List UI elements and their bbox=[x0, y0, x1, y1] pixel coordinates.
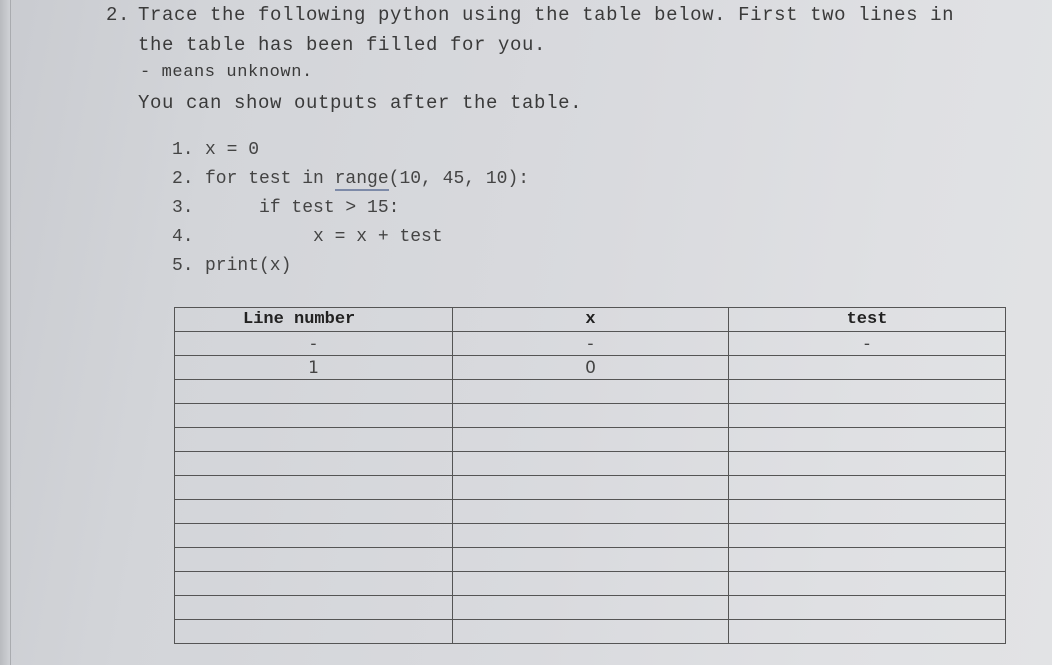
header-x: x bbox=[452, 307, 729, 332]
cell-line-number[interactable] bbox=[174, 499, 453, 524]
cell-x[interactable]: 0 bbox=[452, 355, 729, 380]
cell-line-number[interactable] bbox=[174, 475, 453, 500]
table-row bbox=[174, 523, 1006, 548]
page-edge bbox=[0, 0, 11, 665]
table-row: --- bbox=[174, 331, 1006, 356]
cell-line-number[interactable] bbox=[174, 403, 453, 428]
code-line-number: 3. bbox=[172, 198, 194, 218]
cell-x[interactable] bbox=[452, 547, 729, 572]
cell-test[interactable] bbox=[728, 499, 1006, 524]
table-row bbox=[174, 379, 1006, 404]
cell-test[interactable] bbox=[728, 355, 1006, 380]
question-text-line-4: You can show outputs after the table. bbox=[138, 92, 583, 114]
cell-line-number[interactable] bbox=[174, 451, 453, 476]
code-underlined-token: range bbox=[334, 169, 389, 191]
cell-line-number[interactable] bbox=[174, 619, 453, 644]
code-text: print(x) bbox=[205, 256, 292, 276]
cell-x[interactable] bbox=[452, 403, 729, 428]
code-line: 4. x = x + test bbox=[172, 227, 529, 256]
cell-test[interactable] bbox=[728, 547, 1006, 572]
cell-x[interactable]: - bbox=[452, 331, 729, 356]
table-row bbox=[174, 451, 1006, 476]
cell-test[interactable]: - bbox=[728, 331, 1006, 356]
cell-line-number[interactable] bbox=[174, 571, 453, 596]
cell-x[interactable] bbox=[452, 619, 729, 644]
code-text: (10, 45, 10): bbox=[388, 169, 530, 189]
code-line-number: 5. bbox=[172, 256, 194, 276]
cell-x[interactable] bbox=[452, 451, 729, 476]
cell-x[interactable] bbox=[452, 379, 729, 404]
table-row bbox=[174, 475, 1006, 500]
table-row bbox=[174, 427, 1006, 452]
cell-test[interactable] bbox=[728, 475, 1006, 500]
code-line-number: 4. bbox=[172, 227, 194, 247]
code-line-number: 2. bbox=[172, 169, 194, 189]
table-row bbox=[174, 571, 1006, 596]
cell-x[interactable] bbox=[452, 571, 729, 596]
cell-test[interactable] bbox=[728, 379, 1006, 404]
cell-test[interactable] bbox=[728, 571, 1006, 596]
question-text-line-1: Trace the following python using the tab… bbox=[138, 4, 955, 26]
table-row bbox=[174, 619, 1006, 644]
question-number: 2. bbox=[106, 4, 131, 26]
cell-test[interactable] bbox=[728, 451, 1006, 476]
cell-line-number[interactable] bbox=[174, 595, 453, 620]
code-text: if test > 15: bbox=[259, 198, 400, 218]
trace-table: Line number x test ---10 bbox=[174, 307, 1006, 644]
question-text-line-3: - means unknown. bbox=[140, 63, 313, 82]
code-line: 3. if test > 15: bbox=[172, 198, 529, 227]
table-row bbox=[174, 547, 1006, 572]
cell-line-number[interactable] bbox=[174, 379, 453, 404]
cell-line-number[interactable] bbox=[174, 547, 453, 572]
cell-x[interactable] bbox=[452, 595, 729, 620]
code-text: for test in bbox=[205, 169, 335, 189]
table-row bbox=[174, 595, 1006, 620]
header-test: test bbox=[728, 307, 1006, 332]
code-line: 1. x = 0 bbox=[172, 140, 529, 169]
question-text-line-2: the table has been filled for you. bbox=[138, 34, 547, 56]
cell-x[interactable] bbox=[452, 427, 729, 452]
cell-x[interactable] bbox=[452, 499, 729, 524]
cell-test[interactable] bbox=[728, 403, 1006, 428]
cell-test[interactable] bbox=[728, 619, 1006, 644]
table-row: 10 bbox=[174, 355, 1006, 380]
cell-line-number[interactable] bbox=[174, 523, 453, 548]
table-row bbox=[174, 499, 1006, 524]
cell-line-number[interactable]: 1 bbox=[174, 355, 453, 380]
table-header-row: Line number x test bbox=[174, 307, 1006, 332]
header-line-number: Line number bbox=[174, 307, 453, 332]
table-row bbox=[174, 403, 1006, 428]
cell-x[interactable] bbox=[452, 523, 729, 548]
cell-test[interactable] bbox=[728, 523, 1006, 548]
code-text: x = 0 bbox=[205, 140, 260, 160]
cell-test[interactable] bbox=[728, 427, 1006, 452]
code-line: 2. for test in range(10, 45, 10): bbox=[172, 169, 529, 198]
cell-test[interactable] bbox=[728, 595, 1006, 620]
cell-line-number[interactable]: - bbox=[174, 331, 453, 356]
code-text: x = x + test bbox=[313, 227, 443, 247]
code-line-number: 1. bbox=[172, 140, 194, 160]
code-line: 5. print(x) bbox=[172, 256, 529, 285]
code-listing: 1. x = 0 2. for test in range(10, 45, 10): 3… bbox=[172, 140, 529, 285]
cell-line-number[interactable] bbox=[174, 427, 453, 452]
cell-x[interactable] bbox=[452, 475, 729, 500]
